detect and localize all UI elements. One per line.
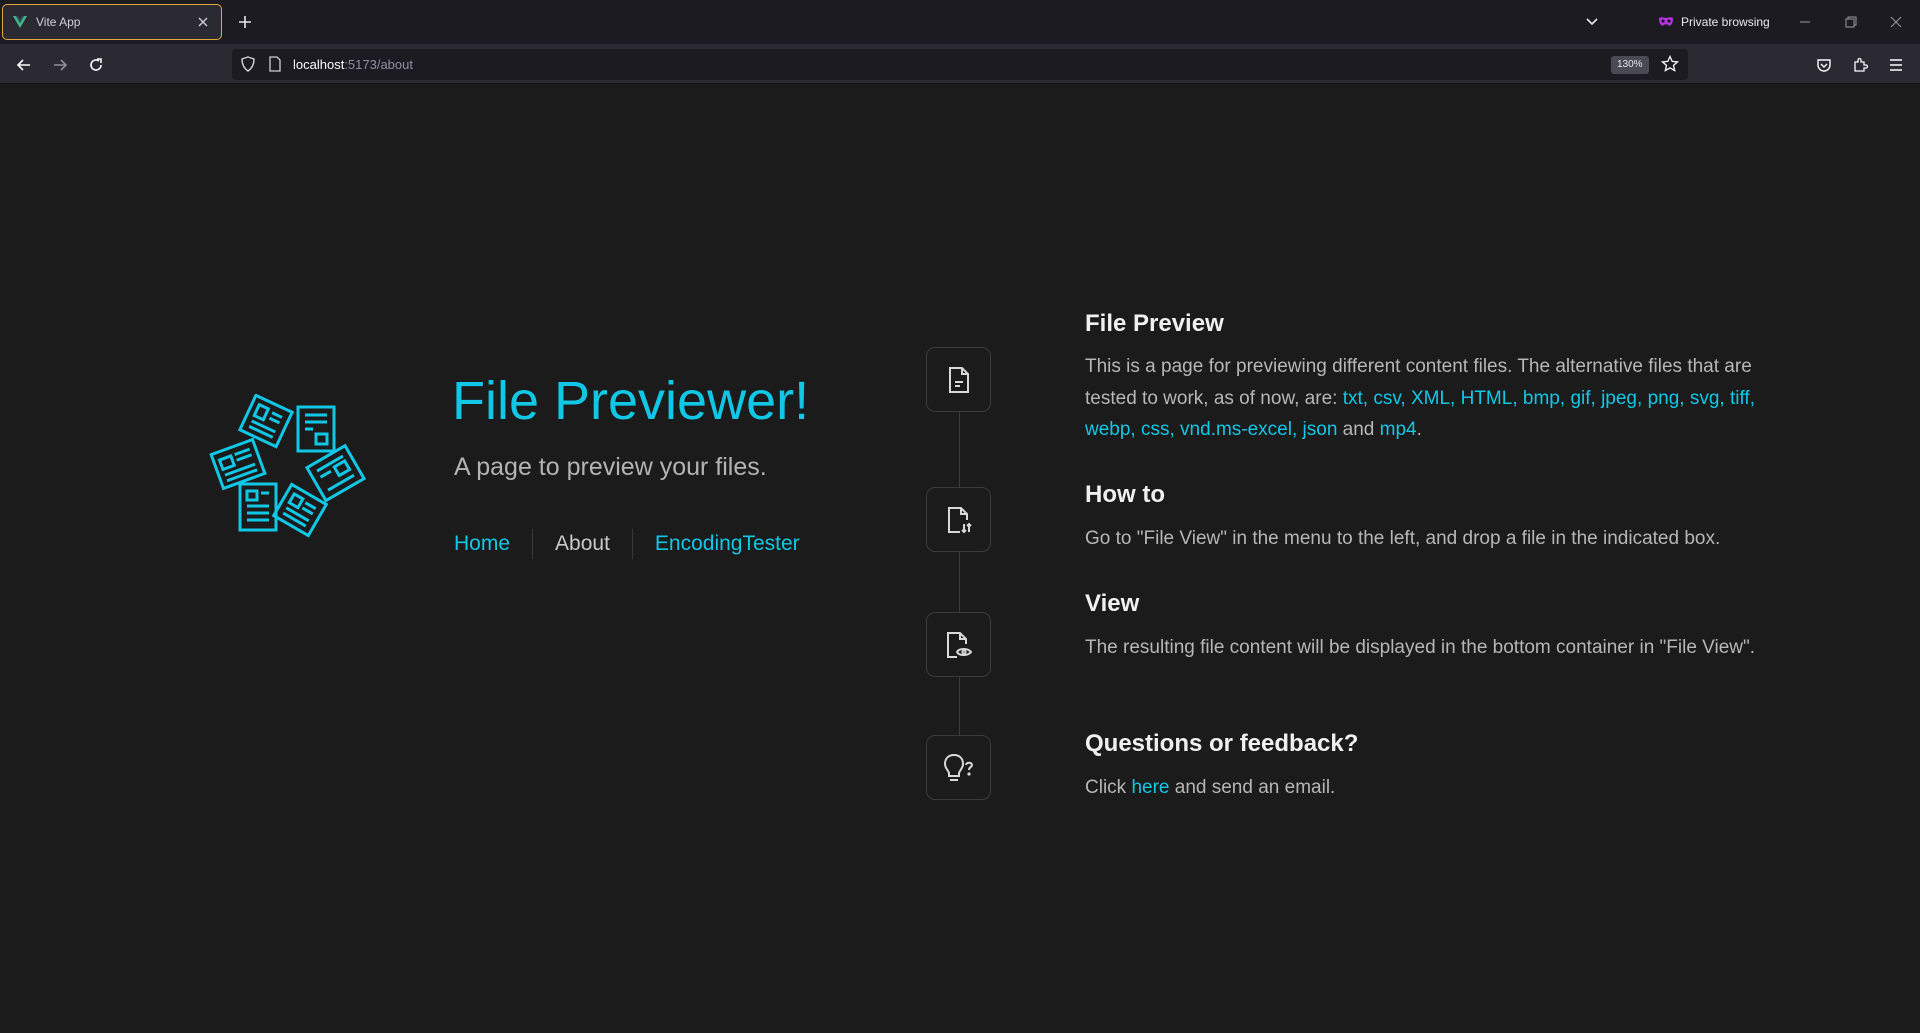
feedback-post: and send an email.	[1169, 777, 1336, 798]
page-info-icon[interactable]	[268, 56, 282, 77]
navigation-toolbar: localhost:5173/about 130%	[0, 44, 1920, 84]
browser-tab[interactable]: Vite App	[2, 4, 222, 40]
list-comma: ,	[1130, 419, 1136, 440]
minimize-icon[interactable]	[1793, 10, 1817, 34]
list-comma: ,	[1291, 419, 1298, 440]
file-import-icon-box	[926, 487, 991, 552]
vite-favicon-icon	[13, 16, 27, 28]
file-type-link[interactable]: json	[1303, 419, 1338, 440]
document-icon-box	[926, 347, 991, 412]
main-nav: Home About EncodingTester	[454, 528, 822, 560]
page-subtitle: A page to preview your files.	[454, 453, 767, 481]
section-body-how-to: Go to "File View" in the menu to the lef…	[1085, 528, 1721, 549]
forward-arrow-icon[interactable]	[47, 52, 73, 78]
file-type-link[interactable]: svg	[1690, 388, 1720, 409]
private-browsing-label: Private browsing	[1681, 15, 1770, 29]
file-type-link[interactable]: bmp	[1523, 388, 1560, 409]
file-type-link[interactable]: tiff	[1730, 388, 1750, 409]
private-mask-icon	[1659, 17, 1673, 26]
list-comma: ,	[1169, 419, 1175, 440]
section-body-feedback: Click here and send an email.	[1085, 772, 1775, 804]
tab-title: Vite App	[36, 15, 81, 29]
tab-bar: Vite App Private browsing	[0, 0, 1920, 44]
timeline-connector	[959, 410, 960, 740]
file-view-icon-box	[926, 612, 991, 677]
feedback-icon-box	[926, 735, 991, 800]
file-type-link[interactable]: css	[1141, 419, 1170, 440]
file-type-link[interactable]: webp	[1085, 419, 1130, 440]
menu-hamburger-icon[interactable]	[1883, 52, 1909, 78]
file-type-link[interactable]: csv	[1373, 388, 1400, 409]
file-type-link[interactable]: jpeg	[1601, 388, 1637, 409]
sentence-end: .	[1416, 419, 1422, 440]
close-tab-icon[interactable]	[194, 13, 212, 31]
list-comma: ,	[1637, 387, 1643, 409]
list-comma: ,	[1679, 387, 1685, 409]
section-title-file-preview: File Preview	[1085, 310, 1224, 337]
nav-link-about[interactable]: About	[533, 532, 632, 556]
section-title-view: View	[1085, 590, 1140, 617]
back-arrow-icon[interactable]	[11, 52, 37, 78]
nav-link-home[interactable]: Home	[454, 532, 532, 556]
file-type-link[interactable]: mp4	[1380, 419, 1417, 440]
section-body-file-preview: This is a page for previewing different …	[1085, 351, 1775, 446]
list-comma: ,	[1450, 387, 1456, 409]
list-comma: ,	[1400, 387, 1406, 409]
section-title-how-to: How to	[1085, 481, 1165, 508]
url-bar[interactable]: localhost:5173/about 130%	[232, 49, 1688, 80]
list-comma: ,	[1559, 387, 1566, 409]
feedback-pre: Click	[1085, 777, 1132, 798]
private-browsing-indicator: Private browsing	[1658, 10, 1770, 34]
file-type-link[interactable]: XML	[1411, 388, 1450, 409]
page-title: File Previewer!	[452, 371, 810, 431]
new-tab-icon[interactable]	[233, 10, 257, 34]
file-type-link[interactable]: gif	[1570, 388, 1590, 409]
close-window-icon[interactable]	[1884, 10, 1908, 34]
list-comma: ,	[1512, 387, 1518, 409]
and-word: and	[1337, 419, 1380, 440]
url-text[interactable]: localhost:5173/about	[293, 57, 413, 72]
reload-icon[interactable]	[83, 52, 109, 78]
bookmark-star-icon[interactable]	[1660, 54, 1680, 78]
pocket-icon[interactable]	[1811, 52, 1837, 78]
list-all-tabs-icon[interactable]	[1580, 10, 1604, 34]
list-comma: ,	[1362, 387, 1369, 409]
list-comma: ,	[1749, 387, 1755, 409]
page-viewport	[0, 85, 1920, 1033]
document-icon	[948, 366, 969, 393]
file-type-link[interactable]: txt	[1343, 388, 1363, 409]
list-comma: ,	[1719, 387, 1725, 409]
file-import-icon	[947, 506, 972, 533]
restore-icon[interactable]	[1839, 10, 1863, 34]
section-title-feedback: Questions or feedback?	[1085, 730, 1359, 757]
section-body-view: The resulting file content will be displ…	[1085, 637, 1756, 658]
file-type-link[interactable]: HTML	[1461, 388, 1513, 409]
nav-link-encoding-tester[interactable]: EncodingTester	[633, 532, 822, 556]
zoom-level-badge[interactable]: 130%	[1611, 56, 1649, 74]
email-here-link[interactable]: here	[1131, 777, 1169, 798]
lightbulb-question-icon	[943, 753, 973, 781]
files-logo-icon	[209, 394, 367, 538]
file-type-link[interactable]: png	[1648, 388, 1680, 409]
list-comma: ,	[1590, 387, 1596, 409]
file-type-link[interactable]: vnd.ms-excel	[1180, 419, 1292, 440]
tracking-shield-icon[interactable]	[240, 56, 256, 77]
extensions-icon[interactable]	[1847, 52, 1873, 78]
file-view-eye-icon	[946, 631, 972, 658]
